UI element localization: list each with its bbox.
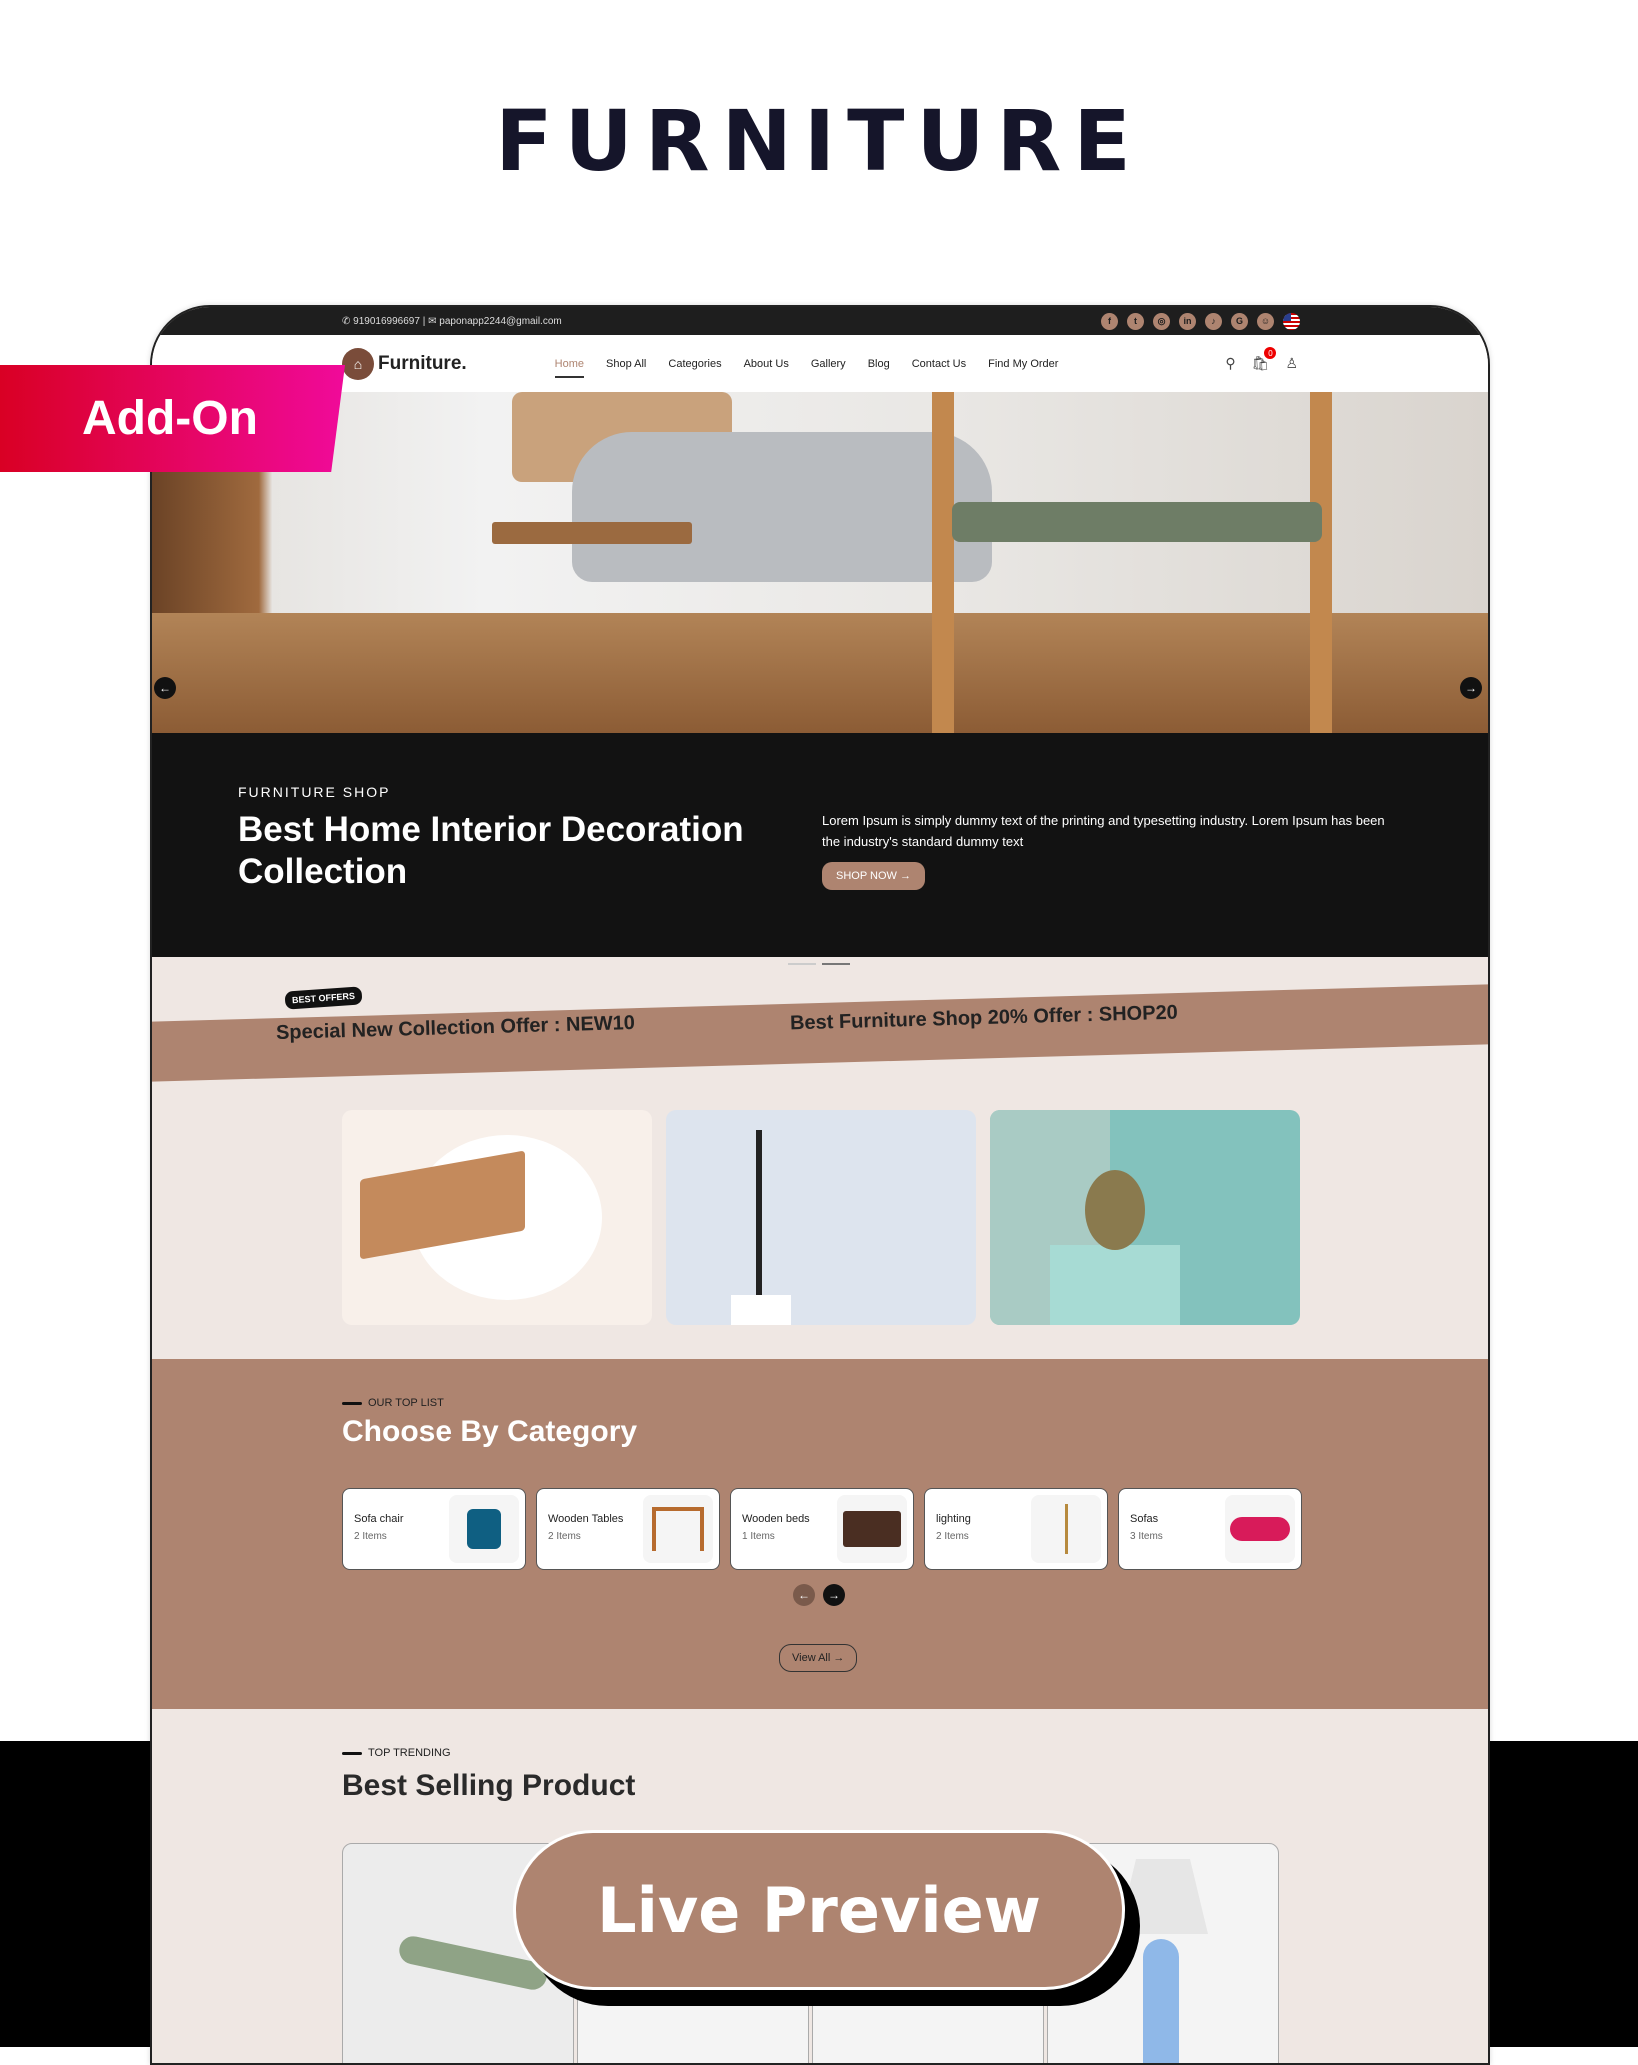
- slider-prev-button[interactable]: ←: [154, 677, 176, 699]
- shop-now-button[interactable]: SHOP NOW →: [822, 862, 925, 890]
- best-selling-kicker: TOP TRENDING: [342, 1747, 451, 1759]
- promo-card-cabinet[interactable]: [342, 1110, 652, 1325]
- twitter-icon[interactable]: t: [1127, 312, 1144, 330]
- main-menu: Home Shop All Categories About Us Galler…: [554, 352, 1058, 378]
- sofa-chair-image: [449, 1495, 519, 1563]
- logo-icon: ⌂: [342, 347, 374, 380]
- category-list: Sofa chair 2 Items Wooden Tables 2 Items W…: [342, 1488, 1302, 1570]
- cart-badge: 0: [1264, 347, 1277, 359]
- slider-next-button[interactable]: →: [1460, 677, 1482, 699]
- category-kicker: OUR TOP LIST: [342, 1397, 444, 1409]
- promo-card-lamp[interactable]: [666, 1110, 976, 1325]
- wooden-bed-image: [837, 1495, 907, 1563]
- nav-about-us[interactable]: About Us: [744, 352, 789, 376]
- search-icon[interactable]: ⚲: [1225, 355, 1235, 372]
- promo-card-vase[interactable]: [990, 1110, 1300, 1325]
- us-flag-icon[interactable]: [1283, 312, 1300, 330]
- category-title: Choose By Category: [342, 1415, 638, 1448]
- email[interactable]: paponapp2244@gmail.com: [439, 316, 561, 327]
- category-section: OUR TOP LIST Choose By Category Sofa cha…: [152, 1359, 1488, 1709]
- navbar: ⌂ Furniture. Home Shop All Categories Abo…: [152, 335, 1488, 392]
- nav-categories[interactable]: Categories: [668, 352, 721, 376]
- brand-name: Furniture.: [378, 352, 467, 374]
- hero-image: ← →: [152, 392, 1488, 733]
- mail-icon: ✉: [428, 315, 440, 327]
- top-bar: ✆ 919016996697 | ✉ paponapp2244@gmail.co…: [152, 307, 1488, 335]
- phone-icon: ✆: [342, 315, 354, 327]
- contact-info: ✆ 919016996697 | ✉ paponapp2244@gmail.co…: [342, 315, 562, 327]
- google-icon[interactable]: G: [1231, 312, 1248, 330]
- device-frame: ✆ 919016996697 | ✉ paponapp2244@gmail.co…: [150, 305, 1490, 2065]
- linkedin-icon[interactable]: in: [1179, 312, 1196, 330]
- user-icon[interactable]: ♙: [1285, 355, 1298, 372]
- page-title: FURNITURE: [495, 92, 1143, 190]
- hero-kicker: FURNITURE SHOP: [238, 784, 391, 800]
- hero-description: Lorem Ipsum is simply dummy text of the …: [822, 813, 1385, 849]
- phone-number[interactable]: 919016996697: [353, 316, 420, 327]
- sofa-image: [1225, 1495, 1295, 1563]
- snapchat-icon[interactable]: ☺: [1257, 312, 1274, 330]
- add-on-ribbon: Add-On: [0, 365, 345, 472]
- nav-blog[interactable]: Blog: [868, 352, 890, 376]
- live-preview-button[interactable]: Live Preview: [513, 1830, 1125, 1990]
- wooden-table-image: [643, 1495, 713, 1563]
- view-all-button[interactable]: View All →: [779, 1644, 858, 1672]
- category-prev-button[interactable]: ←: [793, 1584, 815, 1606]
- category-next-button[interactable]: →: [823, 1584, 845, 1606]
- category-card-wooden-beds[interactable]: Wooden beds 1 Items: [730, 1488, 914, 1570]
- category-card-sofa-chair[interactable]: Sofa chair 2 Items: [342, 1488, 526, 1570]
- nav-shop-all[interactable]: Shop All: [606, 352, 646, 376]
- view-all-label: View All: [792, 1652, 831, 1664]
- category-card-lighting[interactable]: lighting 2 Items: [924, 1488, 1108, 1570]
- arrow-right-icon: →: [833, 1652, 845, 1664]
- tiktok-icon[interactable]: ♪: [1205, 312, 1222, 330]
- floor-lamp-image: [1031, 1495, 1101, 1563]
- nav-home[interactable]: Home: [554, 352, 585, 378]
- hero-headline: Best Home Interior Decoration Collection: [238, 810, 744, 891]
- cart-icon[interactable]: 🛍 0: [1252, 347, 1277, 372]
- nav-gallery[interactable]: Gallery: [811, 352, 846, 376]
- best-offers-badge: BEST OFFERS: [284, 986, 363, 1010]
- best-selling-title: Best Selling Product: [342, 1769, 636, 1802]
- category-card-sofas[interactable]: Sofas 3 Items: [1118, 1488, 1302, 1570]
- category-pager: ← →: [793, 1584, 845, 1606]
- nav-actions: ⚲ 🛍 0 ♙: [1225, 347, 1298, 372]
- logo[interactable]: ⌂ Furniture.: [342, 347, 467, 380]
- instagram-icon[interactable]: ◎: [1153, 312, 1170, 330]
- slider-dots[interactable]: [788, 963, 850, 965]
- category-card-wooden-tables[interactable]: Wooden Tables 2 Items: [536, 1488, 720, 1570]
- shop-now-label: SHOP NOW: [836, 870, 897, 882]
- offers-section: BEST OFFERS Special New Collection Offer…: [152, 957, 1488, 1359]
- social-links: f t ◎ in ♪ G ☺: [1101, 312, 1300, 330]
- nav-contact-us[interactable]: Contact Us: [912, 352, 966, 376]
- arrow-right-icon: →: [899, 870, 911, 882]
- nav-find-my-order[interactable]: Find My Order: [988, 352, 1058, 376]
- hero-banner: FURNITURE SHOP Best Home Interior Decora…: [152, 733, 1488, 957]
- facebook-icon[interactable]: f: [1101, 312, 1118, 330]
